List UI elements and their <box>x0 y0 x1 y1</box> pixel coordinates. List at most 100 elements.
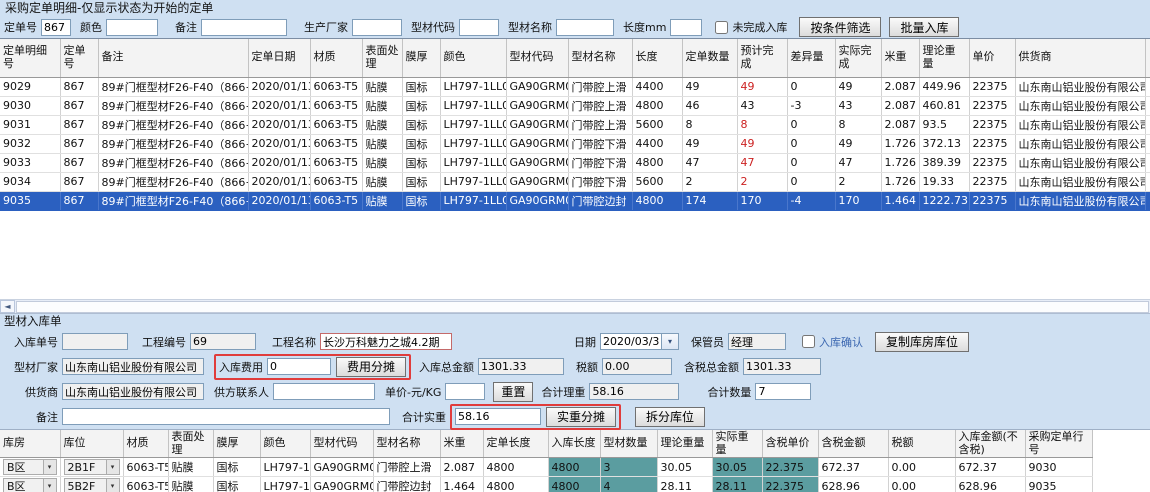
copy-warehouse-button[interactable]: 复制库房库位 <box>875 332 969 352</box>
column-header[interactable]: 入库金额(不含税) <box>955 430 1025 458</box>
inbound-confirm-checkbox[interactable] <box>802 335 815 348</box>
length-input[interactable] <box>670 19 702 36</box>
filter-by-condition-button[interactable]: 按条件筛选 <box>799 17 881 37</box>
unit-price-input[interactable] <box>445 383 485 400</box>
cell: 门带腔边封 <box>568 191 632 210</box>
column-header[interactable]: 材质 <box>123 430 168 458</box>
column-header[interactable]: 实际完成 <box>835 39 881 77</box>
inbound-total-input[interactable] <box>478 358 564 375</box>
theory-weight-total-input[interactable] <box>589 383 679 400</box>
column-header[interactable]: 差异量 <box>787 39 835 77</box>
column-header[interactable]: 米重 <box>440 430 483 458</box>
supplier-contact-input[interactable] <box>273 383 375 400</box>
column-header[interactable]: 入库长度 <box>548 430 600 458</box>
remark-input[interactable] <box>201 19 287 36</box>
chevron-down-icon[interactable]: ▾ <box>106 460 119 474</box>
calendar-dropdown-icon[interactable]: ▾ <box>662 333 679 350</box>
combo-cell[interactable]: B区▾ <box>3 459 57 475</box>
actual-weight-allocate-button[interactable]: 实重分摊 <box>546 407 616 427</box>
column-header[interactable]: 定单明细号 <box>0 39 60 77</box>
column-header[interactable]: 定单日期 <box>248 39 310 77</box>
column-header[interactable]: 材质 <box>310 39 362 77</box>
column-header[interactable] <box>1145 39 1150 77</box>
combo-cell[interactable]: 2B1F▾ <box>64 459 120 475</box>
combo-cell[interactable]: B区▾ <box>3 478 57 492</box>
column-header[interactable]: 表面处理 <box>168 430 213 458</box>
table-row[interactable]: 903086789#门框型材F26-F40（866+867）2020/01/13… <box>0 96 1150 115</box>
fee-allocate-button[interactable]: 费用分摊 <box>336 357 406 377</box>
column-header[interactable]: 定单号 <box>60 39 98 77</box>
table-row[interactable]: 903586789#门框型材F26-F40（866+867）2020/01/13… <box>0 191 1150 210</box>
column-header[interactable]: 定单长度 <box>483 430 548 458</box>
column-header[interactable]: 含税金额 <box>818 430 888 458</box>
column-header[interactable]: 型材数量 <box>600 430 657 458</box>
manufacturer-input[interactable] <box>352 19 402 36</box>
batch-inbound-button[interactable]: 批量入库 <box>889 17 959 37</box>
chevron-down-icon[interactable]: ▾ <box>43 479 56 492</box>
column-header[interactable]: 膜厚 <box>402 39 440 77</box>
column-header[interactable]: 库位 <box>60 430 123 458</box>
scrollbar-thumb[interactable] <box>16 301 1149 313</box>
column-header[interactable]: 颜色 <box>260 430 310 458</box>
chevron-down-icon[interactable]: ▾ <box>43 460 56 474</box>
cell: 1.464 <box>881 191 919 210</box>
table-row[interactable]: 903186789#门框型材F26-F40（866+867）2020/01/13… <box>0 115 1150 134</box>
scroll-left-icon[interactable]: ◄ <box>0 300 15 313</box>
reset-button[interactable]: 重置 <box>493 382 533 402</box>
column-header[interactable]: 米重 <box>881 39 919 77</box>
column-header[interactable]: 长度 <box>632 39 682 77</box>
inbound-no-input[interactable] <box>62 333 128 350</box>
profile-name-input[interactable] <box>556 19 614 36</box>
column-header[interactable]: 采购定单行号 <box>1025 430 1092 458</box>
column-header[interactable]: 实际重量 <box>712 430 762 458</box>
column-header[interactable]: 膜厚 <box>213 430 260 458</box>
column-header[interactable]: 颜色 <box>440 39 506 77</box>
column-header[interactable]: 预计完成 <box>737 39 787 77</box>
project-name-input[interactable] <box>320 333 452 350</box>
column-header[interactable]: 供货商 <box>1015 39 1145 77</box>
table-row[interactable]: 903386789#门框型材F26-F40（866+867）2020/01/13… <box>0 153 1150 172</box>
column-header[interactable]: 含税单价 <box>762 430 818 458</box>
column-header[interactable]: 表面处理 <box>362 39 402 77</box>
keeper-input[interactable] <box>728 333 786 350</box>
column-header[interactable]: 库房 <box>0 430 60 458</box>
column-header[interactable]: 型材代码 <box>310 430 373 458</box>
column-header[interactable]: 单价 <box>969 39 1015 77</box>
table-row[interactable]: B区▾2B1F▾6063-T5贴膜国标LH797-1LL0GA90GRM03门带… <box>0 458 1092 477</box>
unfinished-checkbox[interactable] <box>715 21 728 34</box>
qty-total-input[interactable] <box>755 383 811 400</box>
combo-cell[interactable]: 5B2F▾ <box>64 478 120 492</box>
column-header[interactable]: 型材名称 <box>568 39 632 77</box>
table-row[interactable]: 903486789#门框型材F26-F40（866+867）2020/01/13… <box>0 172 1150 191</box>
tax-input[interactable] <box>602 358 672 375</box>
column-header[interactable]: 理论重量 <box>919 39 969 77</box>
chevron-down-icon[interactable]: ▾ <box>106 479 119 492</box>
split-location-button[interactable]: 拆分库位 <box>635 407 705 427</box>
project-no-input[interactable] <box>190 333 256 350</box>
date-input[interactable] <box>600 333 662 350</box>
remark-input[interactable] <box>62 408 390 425</box>
supplier-input[interactable] <box>62 383 204 400</box>
actual-weight-total-input[interactable] <box>455 408 541 425</box>
column-header[interactable]: 定单数量 <box>682 39 737 77</box>
table-row[interactable]: B区▾5B2F▾6063-T5贴膜国标LH797-1LL0GA90GRM05门带… <box>0 477 1092 492</box>
order-no-input[interactable] <box>41 19 71 36</box>
total-with-tax-input[interactable] <box>743 358 821 375</box>
column-header[interactable]: 税额 <box>888 430 955 458</box>
cell: 22.375 <box>762 477 818 492</box>
table-row[interactable]: 902986789#门框型材F26-F40（866+867）2020/01/13… <box>0 77 1150 96</box>
fee-input[interactable] <box>267 358 331 375</box>
factory-input[interactable] <box>62 358 204 375</box>
horizontal-scrollbar[interactable]: ◄ <box>0 299 1150 313</box>
unfinished-checkbox-group: 未完成入库 <box>715 19 787 35</box>
color-input[interactable] <box>106 19 158 36</box>
cell: 449.96 <box>919 77 969 96</box>
column-header[interactable]: 理论重量 <box>657 430 712 458</box>
cell: 2.087 <box>881 115 919 134</box>
column-header[interactable]: 备注 <box>98 39 248 77</box>
table-row[interactable]: 903286789#门框型材F26-F40（866+867）2020/01/13… <box>0 134 1150 153</box>
column-header[interactable]: 型材名称 <box>373 430 440 458</box>
column-header[interactable]: 型材代码 <box>506 39 568 77</box>
cell: 2020/01/13 <box>248 153 310 172</box>
profile-code-input[interactable] <box>459 19 499 36</box>
